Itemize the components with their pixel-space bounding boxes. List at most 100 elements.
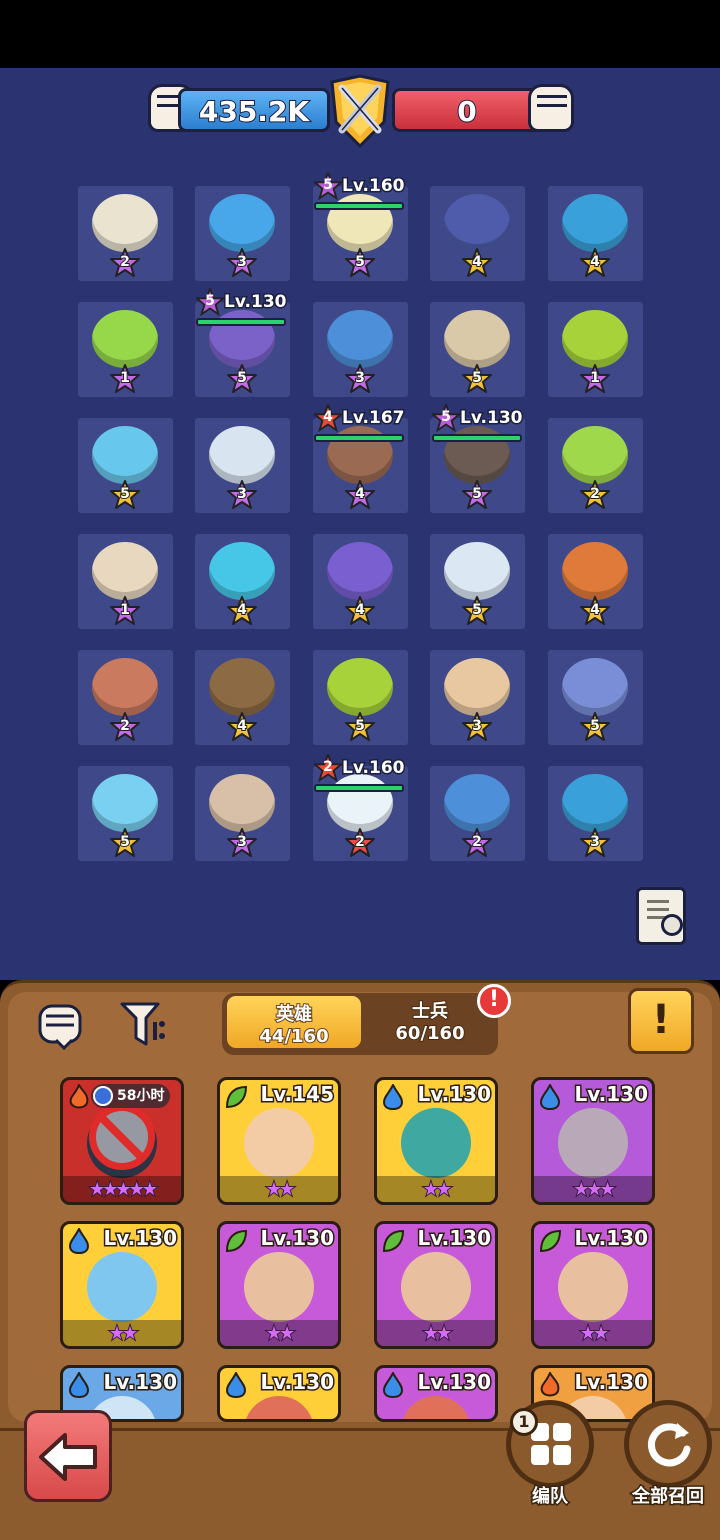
unit-sprite bbox=[327, 542, 393, 600]
grid-tile[interactable]: 2 bbox=[78, 650, 173, 745]
hero-stars: ★★★ bbox=[572, 1178, 616, 1201]
star-rank-icon: 3 bbox=[227, 828, 257, 858]
grid-tile[interactable]: 2 bbox=[430, 766, 525, 861]
hero-card[interactable]: Lv.130 ★★ bbox=[60, 1221, 184, 1349]
grid-tile[interactable]: 2 bbox=[78, 186, 173, 281]
unit-sprite bbox=[92, 542, 158, 600]
hero-card[interactable]: Lv.130 bbox=[374, 1365, 498, 1422]
star-rank-value: 5 bbox=[119, 485, 131, 503]
hero-level: Lv.130 bbox=[573, 1081, 649, 1108]
star-rank-value: 5 bbox=[354, 717, 366, 735]
hero-card[interactable]: Lv.130 ★★ bbox=[217, 1221, 341, 1349]
star-rank-value: 5 bbox=[119, 833, 131, 851]
grid-tile[interactable]: 1 bbox=[548, 302, 643, 397]
unit-sprite bbox=[444, 774, 510, 832]
grid-tile[interactable]: 4 bbox=[313, 418, 408, 513]
water-element-icon bbox=[67, 1370, 91, 1399]
star-rank-icon: 3 bbox=[580, 828, 610, 858]
unit-sprite bbox=[92, 774, 158, 832]
star-rank-value: 3 bbox=[236, 833, 248, 851]
grid-tile[interactable]: 3 bbox=[548, 766, 643, 861]
hero-stars: ★★ bbox=[265, 1322, 296, 1345]
hero-card[interactable]: Lv.145 ★★ bbox=[217, 1077, 341, 1205]
grid-tile[interactable]: 5 bbox=[313, 650, 408, 745]
hero-card[interactable]: Lv.130 bbox=[217, 1365, 341, 1422]
enemy-power-bar: 0 bbox=[392, 88, 542, 132]
unit-sprite bbox=[92, 426, 158, 484]
info-button[interactable]: ! bbox=[628, 988, 694, 1054]
grid-tile[interactable]: 3 bbox=[313, 302, 408, 397]
star-rank-value: 1 bbox=[589, 369, 601, 387]
grid-tile[interactable]: 4 bbox=[195, 534, 290, 629]
unit-sprite bbox=[209, 658, 275, 716]
star-rank-value: 4 bbox=[354, 485, 366, 503]
hero-card[interactable]: Lv.130 ★★ bbox=[374, 1077, 498, 1205]
back-button[interactable] bbox=[24, 1410, 112, 1502]
grid-tile[interactable]: 5 bbox=[430, 418, 525, 513]
star-rank-value: 2 bbox=[354, 833, 366, 851]
unit-sprite bbox=[327, 310, 393, 368]
rank-badge-value: 4 bbox=[323, 409, 333, 425]
rank-badge-value: 5 bbox=[205, 293, 215, 309]
star-rank-value: 1 bbox=[119, 369, 131, 387]
hero-card[interactable]: 58小时 ★★★★★ bbox=[60, 1077, 184, 1205]
tab-heroes[interactable]: 英雄 44/160 bbox=[224, 993, 364, 1051]
grid-tile[interactable]: 1 bbox=[78, 302, 173, 397]
hero-face bbox=[401, 1252, 471, 1322]
star-rank-icon: 5 bbox=[345, 712, 375, 742]
grid-tile[interactable]: 5 bbox=[430, 302, 525, 397]
battle-report-button[interactable] bbox=[636, 887, 686, 945]
roster-panel-inner bbox=[8, 992, 712, 1422]
water-element-icon bbox=[381, 1082, 405, 1111]
grid-tile[interactable]: 5 bbox=[430, 534, 525, 629]
rank-badge-value: 5 bbox=[323, 177, 333, 193]
sort-filter-icon[interactable] bbox=[118, 996, 174, 1052]
rank-badge-icon: 4 bbox=[312, 402, 344, 433]
grid-tile[interactable]: 5 bbox=[195, 302, 290, 397]
grid-tile[interactable]: 2 bbox=[548, 418, 643, 513]
hero-card[interactable]: Lv.130 ★★ bbox=[531, 1221, 655, 1349]
fist-filter-icon[interactable] bbox=[34, 996, 90, 1052]
star-rank-value: 2 bbox=[471, 833, 483, 851]
rank-badge-icon: 5 bbox=[194, 286, 226, 317]
crossed-swords-emblem-icon bbox=[330, 74, 390, 149]
recall-all-button[interactable] bbox=[624, 1400, 712, 1488]
hero-stars: ★★ bbox=[108, 1322, 139, 1345]
grid-tile[interactable]: 5 bbox=[78, 418, 173, 513]
alert-badge: ! bbox=[477, 984, 511, 1018]
grid-tile[interactable]: 4 bbox=[195, 650, 290, 745]
grid-tile[interactable]: 3 bbox=[195, 186, 290, 281]
grid-tile[interactable]: 3 bbox=[195, 766, 290, 861]
unit-sprite bbox=[562, 542, 628, 600]
unit-sprite bbox=[444, 310, 510, 368]
hero-card[interactable]: Lv.130 ★★★ bbox=[531, 1077, 655, 1205]
unavailable-icon bbox=[89, 1104, 155, 1170]
star-rank-value: 4 bbox=[236, 601, 248, 619]
right-fist-icon bbox=[528, 84, 574, 132]
hero-card[interactable]: Lv.130 ★★ bbox=[374, 1221, 498, 1349]
grid-tile[interactable]: 5 bbox=[548, 650, 643, 745]
grid-tile[interactable]: 4 bbox=[548, 534, 643, 629]
grid-tile[interactable]: 5 bbox=[78, 766, 173, 861]
hero-face bbox=[558, 1108, 628, 1178]
unit-sprite bbox=[209, 426, 275, 484]
star-rank-icon: 1 bbox=[110, 364, 140, 394]
star-rank-icon: 3 bbox=[227, 480, 257, 510]
grid-tile[interactable]: 4 bbox=[548, 186, 643, 281]
hero-face bbox=[244, 1108, 314, 1178]
hero-level: Lv.145 bbox=[259, 1081, 335, 1108]
water-element-icon bbox=[67, 1226, 91, 1255]
unit-sprite bbox=[209, 194, 275, 252]
grid-tile[interactable]: 3 bbox=[195, 418, 290, 513]
star-rank-value: 3 bbox=[354, 369, 366, 387]
roster-tabs: 英雄 44/160 士兵 60/160 bbox=[222, 993, 498, 1055]
grid-tile[interactable]: 4 bbox=[430, 186, 525, 281]
grid-tile[interactable]: 1 bbox=[78, 534, 173, 629]
rank-badge-icon: 5 bbox=[430, 402, 462, 433]
unit-sprite bbox=[209, 542, 275, 600]
grid-tile[interactable]: 5 bbox=[313, 186, 408, 281]
grid-tile[interactable]: 3 bbox=[430, 650, 525, 745]
star-rank-value: 1 bbox=[119, 601, 131, 619]
unit-sprite bbox=[209, 774, 275, 832]
grid-tile[interactable]: 4 bbox=[313, 534, 408, 629]
